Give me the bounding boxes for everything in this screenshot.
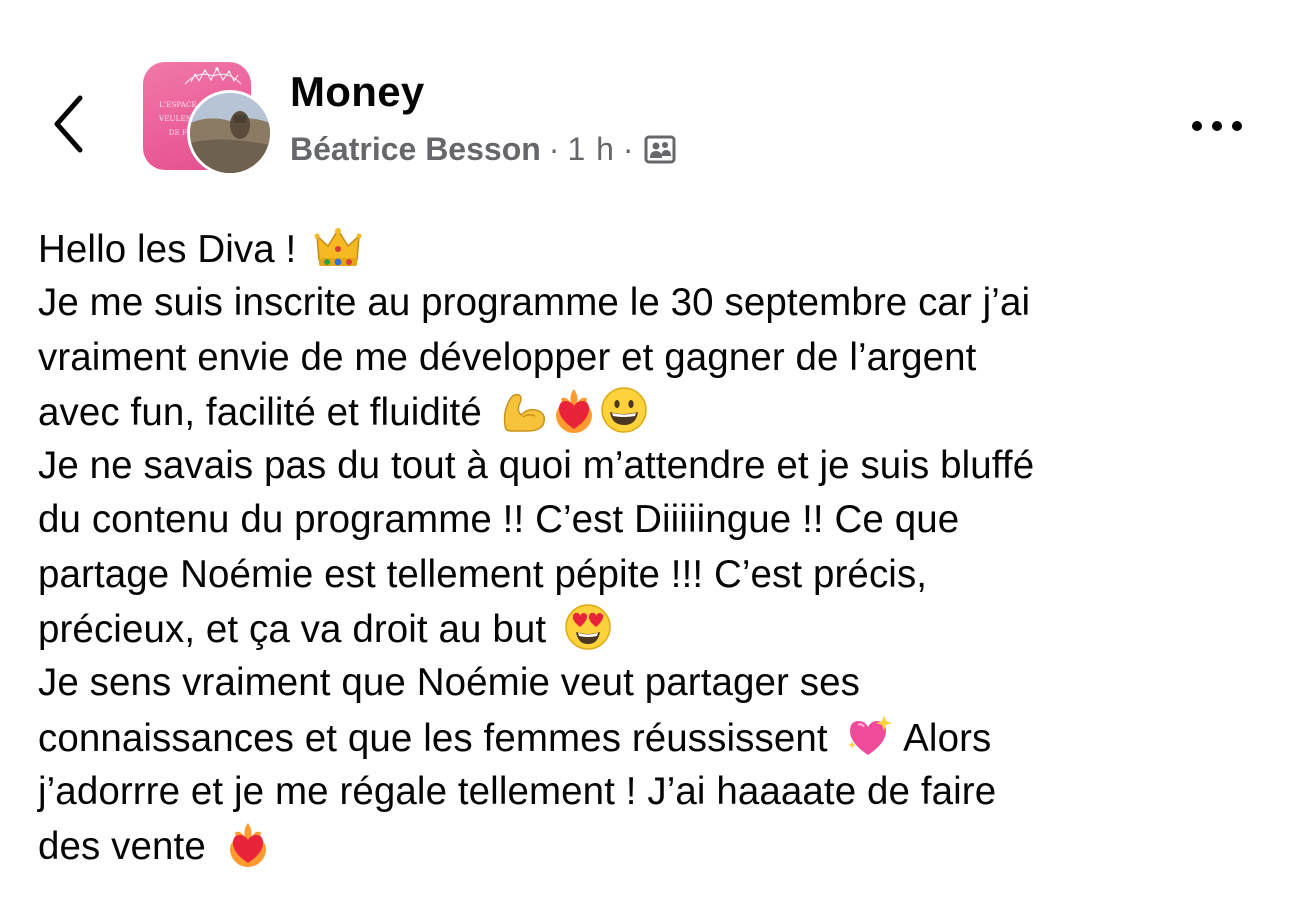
separator: · — [548, 130, 560, 167]
post-line-text: Je ne savais pas du tout à quoi m’attend… — [38, 444, 1035, 488]
grinning-face-icon — [599, 385, 649, 435]
heart-eyes-icon — [563, 602, 613, 652]
post-line: connaissances et que les femmes réussiss… — [38, 711, 1268, 765]
post-line-text: du contenu du programme !! C’est Diiiiin… — [38, 498, 960, 542]
post-line: partage Noémie est tellement pépite !!! … — [38, 548, 1268, 602]
post-line-text: Hello les Diva ! — [38, 228, 308, 271]
post-line-text: Je me suis inscrite au programme le 30 s… — [38, 281, 1031, 325]
more-options-button[interactable] — [1182, 108, 1252, 144]
flexed-biceps-icon — [499, 385, 549, 435]
post-line: j’adorrre et je me régale tellement ! J’… — [38, 765, 1268, 819]
post-line-text: connaissances et que les femmes réussiss… — [38, 716, 839, 760]
more-horizontal-icon — [1192, 121, 1242, 131]
avatar-stack[interactable]: L'ESPACE VEULENT DE F — [143, 62, 273, 176]
tiara-icon — [184, 66, 242, 85]
heart-on-fire-icon — [549, 385, 599, 435]
post-line: Je ne savais pas du tout à quoi m’attend… — [38, 439, 1268, 493]
sparkling-heart-icon — [844, 711, 894, 761]
post-line-text: des vente — [38, 825, 217, 869]
post-line-text: Je sens vraiment que Noémie veut partage… — [38, 661, 860, 705]
post-line-text: avec fun, facilité et fluidité — [38, 390, 493, 434]
post-line: vraiment envie de me développer et gagne… — [38, 331, 1268, 385]
author-name[interactable]: Béatrice Besson — [290, 131, 541, 168]
back-button[interactable] — [40, 88, 100, 158]
post-line-text: j’adorrre et je me régale tellement ! J’… — [38, 769, 997, 813]
group-audience-icon[interactable] — [644, 133, 676, 165]
chevron-left-icon — [54, 95, 83, 153]
post-line-text: partage Noémie est tellement pépite !!! … — [38, 552, 928, 596]
post-line: Je sens vraiment que Noémie veut partage… — [38, 656, 1268, 710]
post-header: L'ESPACE VEULENT DE F Money Béatrice Bes… — [0, 0, 1290, 200]
avatar-photo — [190, 93, 270, 173]
post-meta: Béatrice Besson · 1 h · — [290, 127, 676, 171]
post-line-text: vraiment envie de me développer et gagne… — [38, 335, 977, 379]
crown-icon — [313, 222, 363, 272]
post-line-text: Alors — [894, 716, 992, 760]
post-line: du contenu du programme !! C’est Diiiiin… — [38, 493, 1268, 547]
group-title[interactable]: Money — [290, 68, 425, 116]
post-time[interactable]: 1 h — [567, 131, 614, 168]
post-line: précieux, et ça va droit au but — [38, 602, 1268, 656]
post-line: Hello les Diva ! — [38, 222, 1268, 276]
post-line: des vente — [38, 819, 1268, 873]
user-avatar[interactable] — [187, 90, 273, 176]
separator: · — [622, 130, 634, 167]
post-line: Je me suis inscrite au programme le 30 s… — [38, 276, 1268, 330]
heart-on-fire-icon — [223, 819, 273, 869]
post-line-text: précieux, et ça va droit au but — [38, 608, 557, 652]
post-text: Hello les Diva ! Je me suis inscrite au … — [38, 222, 1268, 874]
post-line: avec fun, facilité et fluidité — [38, 385, 1268, 439]
